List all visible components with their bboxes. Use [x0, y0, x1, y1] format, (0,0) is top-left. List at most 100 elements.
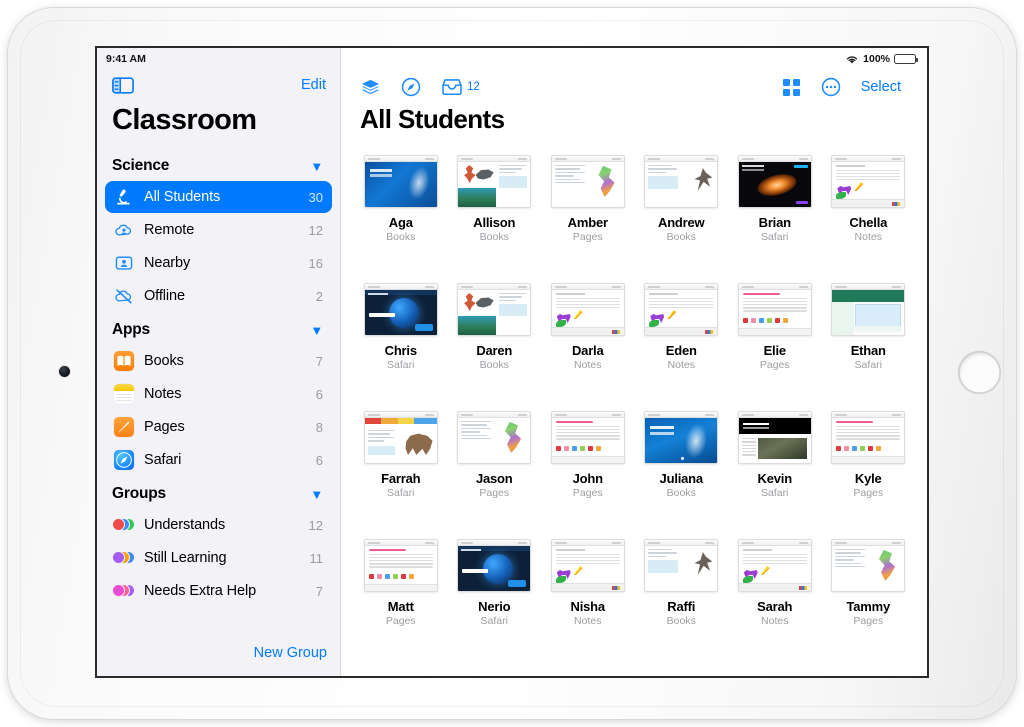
sidebar-item-offline[interactable]: Offline 2 [105, 280, 332, 312]
student-screen-thumbnail[interactable] [550, 283, 625, 336]
student-cell[interactable]: Chella Notes [822, 155, 916, 283]
student-screen-thumbnail[interactable] [831, 155, 906, 208]
edit-button[interactable]: Edit [301, 77, 326, 93]
student-screen-thumbnail[interactable] [737, 155, 812, 208]
student-cell[interactable]: Matt Pages [354, 539, 448, 667]
chevron-down-icon[interactable]: ▼ [310, 160, 323, 173]
student-cell[interactable]: Brian Safari [728, 155, 822, 283]
student-app-label: Pages [853, 615, 884, 627]
inbox-tray-button[interactable]: 12 [441, 78, 480, 96]
layers-icon[interactable] [360, 78, 381, 97]
sidebar-item-count: 8 [315, 419, 323, 435]
student-grid: Aga Books Allison Books Amber Pages Andr… [342, 135, 927, 676]
sidebar-item-safari[interactable]: Safari 6 [105, 444, 332, 476]
student-cell[interactable]: Nisha Notes [541, 539, 635, 667]
group-avatars-icon [112, 515, 135, 536]
student-screen-thumbnail[interactable] [363, 283, 438, 336]
student-screen-thumbnail[interactable] [457, 411, 532, 464]
student-cell[interactable]: Eden Notes [635, 283, 729, 411]
student-cell[interactable]: Amber Pages [541, 155, 635, 283]
sidebar-item-needs-extra-help[interactable]: Needs Extra Help 7 [105, 575, 332, 607]
student-screen-thumbnail[interactable] [644, 539, 719, 592]
new-group-button[interactable]: New Group [254, 645, 327, 661]
student-screen-thumbnail[interactable] [550, 155, 625, 208]
sidebar-item-remote[interactable]: Remote 12 [105, 214, 332, 246]
student-name: Eden [665, 343, 697, 358]
sidebar-item-notes[interactable]: Notes 6 [105, 378, 332, 410]
student-cell[interactable]: Andrew Books [635, 155, 729, 283]
sidebar-item-understands[interactable]: Understands 12 [105, 509, 332, 541]
chevron-down-icon[interactable]: ▼ [310, 488, 323, 501]
toolbar-left-group: 12 [360, 77, 480, 97]
nav-list-groups: Understands 12 Still Learning 11 Needs E [97, 509, 340, 607]
student-screen-thumbnail[interactable] [363, 155, 438, 208]
student-screen-thumbnail[interactable] [550, 539, 625, 592]
student-cell[interactable]: Chris Safari [354, 283, 448, 411]
student-app-label: Books [666, 487, 696, 499]
chevron-down-icon[interactable]: ▼ [310, 324, 323, 337]
sidebar-item-pages[interactable]: Pages 8 [105, 411, 332, 443]
student-name: Daren [476, 343, 513, 358]
student-cell[interactable]: Sarah Notes [728, 539, 822, 667]
books-app-icon [112, 351, 135, 372]
ellipsis-circle-icon[interactable] [821, 77, 841, 97]
student-cell[interactable]: Juliana Books [635, 411, 729, 539]
sidebar-item-books[interactable]: Books 7 [105, 345, 332, 377]
student-cell[interactable]: Allison Books [448, 155, 542, 283]
student-cell[interactable]: Raffi Books [635, 539, 729, 667]
student-screen-thumbnail[interactable] [550, 411, 625, 464]
status-time: 9:41 AM [106, 53, 146, 65]
section-header-groups[interactable]: Groups ▼ [97, 477, 340, 509]
student-screen-thumbnail[interactable] [737, 283, 812, 336]
student-cell[interactable]: John Pages [541, 411, 635, 539]
student-screen-thumbnail[interactable] [737, 539, 812, 592]
thumbnail-content [551, 290, 624, 335]
section-header-science[interactable]: Science ▼ [97, 149, 340, 181]
thumbnail-content [645, 290, 718, 335]
student-app-label: Notes [854, 231, 882, 243]
student-cell[interactable]: Aga Books [354, 155, 448, 283]
student-screen-thumbnail[interactable] [831, 283, 906, 336]
student-screen-thumbnail[interactable] [644, 155, 719, 208]
student-screen-thumbnail[interactable] [831, 539, 906, 592]
select-button[interactable]: Select [861, 79, 901, 95]
sidebar-toggle-icon[interactable] [112, 76, 134, 94]
student-screen-thumbnail[interactable] [831, 411, 906, 464]
safari-compass-icon[interactable] [401, 77, 421, 97]
student-cell[interactable]: Elie Pages [728, 283, 822, 411]
sidebar-item-nearby[interactable]: Nearby 16 [105, 247, 332, 279]
thumbnail-content [364, 418, 437, 463]
student-cell[interactable]: Nerio Safari [448, 539, 542, 667]
student-cell[interactable]: Kevin Safari [728, 411, 822, 539]
student-screen-thumbnail[interactable] [457, 283, 532, 336]
thumbnail-content [551, 162, 624, 207]
student-cell[interactable]: Kyle Pages [822, 411, 916, 539]
student-screen-thumbnail[interactable] [644, 411, 719, 464]
student-cell[interactable]: Daren Books [448, 283, 542, 411]
student-app-label: Books [386, 231, 416, 243]
sidebar-item-label: Notes [144, 386, 182, 402]
student-cell[interactable]: Farrah Safari [354, 411, 448, 539]
student-cell[interactable]: Tammy Pages [822, 539, 916, 667]
student-screen-thumbnail[interactable] [363, 539, 438, 592]
home-button[interactable] [958, 351, 1001, 394]
student-name: Farrah [381, 471, 421, 486]
sidebar-item-all-students[interactable]: All Students 30 [105, 181, 332, 213]
section-header-apps[interactable]: Apps ▼ [97, 313, 340, 345]
sidebar-item-label: Nearby [144, 255, 191, 271]
student-name: Elie [763, 343, 787, 358]
student-cell[interactable]: Ethan Safari [822, 283, 916, 411]
grid-view-icon[interactable] [782, 78, 801, 97]
student-name: Chella [849, 215, 888, 230]
student-screen-thumbnail[interactable] [457, 155, 532, 208]
sidebar-item-label: Pages [144, 419, 185, 435]
student-cell[interactable]: Darla Notes [541, 283, 635, 411]
student-cell[interactable]: Jason Pages [448, 411, 542, 539]
student-screen-thumbnail[interactable] [457, 539, 532, 592]
student-name: Brian [758, 215, 791, 230]
student-screen-thumbnail[interactable] [737, 411, 812, 464]
sidebar-item-label: All Students [144, 189, 221, 205]
student-screen-thumbnail[interactable] [363, 411, 438, 464]
student-screen-thumbnail[interactable] [644, 283, 719, 336]
sidebar-item-still-learning[interactable]: Still Learning 11 [105, 542, 332, 574]
